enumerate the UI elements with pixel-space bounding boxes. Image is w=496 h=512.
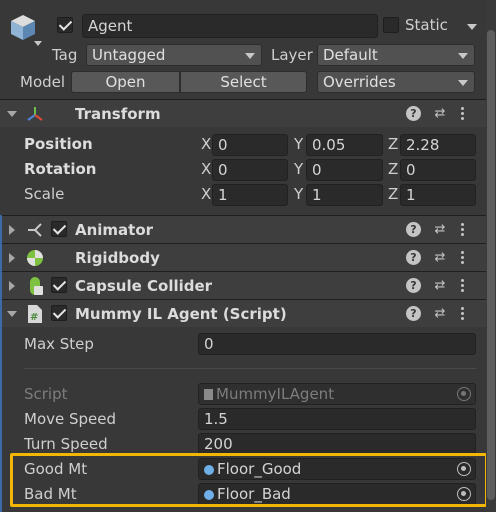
animator-icon <box>26 221 44 239</box>
scale-label: Scale <box>24 185 65 203</box>
script-file-small-icon <box>204 389 213 400</box>
icon-dropdown-caret[interactable] <box>34 41 42 46</box>
script-enabled-checkbox[interactable] <box>51 305 67 321</box>
capsule-collider-enabled-checkbox[interactable] <box>51 277 67 293</box>
scale-z-field[interactable]: 1 <box>400 184 476 206</box>
preset-icon[interactable]: ⇄ <box>432 250 448 266</box>
capsule-collider-header[interactable]: Capsule Collider ? ⇄ <box>0 271 486 299</box>
help-icon[interactable]: ? <box>406 106 421 121</box>
position-y-field[interactable]: 0.05 <box>306 134 383 156</box>
rotation-x-label[interactable]: X <box>201 160 211 178</box>
turn-speed-field[interactable]: 200 <box>198 433 476 455</box>
foldout-arrow-icon[interactable] <box>7 111 17 117</box>
animator-enabled-checkbox[interactable] <box>51 221 67 237</box>
layer-dropdown[interactable]: Default <box>317 44 475 66</box>
static-label: Static <box>405 16 448 34</box>
tag-dropdown[interactable]: Untagged <box>86 44 262 66</box>
static-dropdown-caret[interactable] <box>467 24 477 30</box>
script-file-icon: # <box>26 304 44 324</box>
position-x-field[interactable]: 0 <box>212 134 288 156</box>
rotation-label: Rotation <box>24 160 97 178</box>
transform-title: Transform <box>75 105 161 123</box>
foldout-arrow-icon[interactable] <box>9 253 15 263</box>
rotation-y-field[interactable]: 0 <box>306 159 383 181</box>
script-reference-value: MummyILAgent <box>216 385 335 403</box>
animator-header[interactable]: Animator ? ⇄ <box>0 215 486 243</box>
tag-label: Tag <box>52 46 78 64</box>
move-speed-label: Move Speed <box>24 410 117 428</box>
rigidbody-icon <box>26 249 44 267</box>
help-icon[interactable]: ? <box>406 250 421 265</box>
preset-icon[interactable]: ⇄ <box>432 278 448 294</box>
help-icon[interactable]: ? <box>406 222 421 237</box>
model-label: Model <box>20 73 66 91</box>
scale-x-field[interactable]: 1 <box>212 184 288 206</box>
scale-y-label[interactable]: Y <box>294 185 303 203</box>
max-step-field[interactable]: 0 <box>198 333 476 355</box>
capsule-collider-icon <box>26 276 44 296</box>
foldout-arrow-icon[interactable] <box>9 281 15 291</box>
animator-title: Animator <box>75 221 154 239</box>
rigidbody-title: Rigidbody <box>75 249 160 267</box>
static-checkbox[interactable] <box>383 17 399 33</box>
scale-y-field[interactable]: 1 <box>306 184 383 206</box>
script-component-title: Mummy IL Agent (Script) <box>75 305 287 323</box>
capsule-collider-title: Capsule Collider <box>75 277 213 295</box>
foldout-arrow-icon[interactable] <box>9 225 15 235</box>
rotation-z-label[interactable]: Z <box>388 160 398 178</box>
gameobject-icon[interactable] <box>8 12 38 42</box>
scale-z-label[interactable]: Z <box>388 185 398 203</box>
context-menu-icon[interactable] <box>460 306 466 322</box>
turn-speed-label: Turn Speed <box>24 435 108 453</box>
script-reference-field: MummyILAgent <box>198 383 476 405</box>
transform-icon <box>26 105 44 123</box>
scrollbar[interactable] <box>486 0 496 512</box>
overrides-value: Overrides <box>323 73 396 91</box>
active-checkbox[interactable] <box>57 17 73 33</box>
preset-icon[interactable]: ⇄ <box>432 106 448 122</box>
help-icon[interactable]: ? <box>406 306 421 321</box>
help-icon[interactable]: ? <box>406 278 421 293</box>
chevron-down-icon <box>458 53 468 59</box>
left-edge-indicator <box>0 215 2 512</box>
highlight-box <box>10 453 488 507</box>
preset-icon[interactable]: ⇄ <box>432 306 448 322</box>
scrollbar-thumb[interactable] <box>487 30 495 500</box>
section-divider <box>24 368 476 369</box>
foldout-arrow-icon[interactable] <box>7 311 17 317</box>
move-speed-field[interactable]: 1.5 <box>198 408 476 430</box>
script-component-header[interactable]: # Mummy IL Agent (Script) ? ⇄ <box>0 299 486 327</box>
preset-icon[interactable]: ⇄ <box>432 222 448 238</box>
svg-text:#: # <box>30 312 38 323</box>
rotation-z-field[interactable]: 0 <box>400 159 476 181</box>
rigidbody-header[interactable]: Rigidbody ? ⇄ <box>0 243 486 271</box>
chevron-down-icon <box>245 53 255 59</box>
open-button[interactable]: Open <box>71 71 180 93</box>
position-z-label[interactable]: Z <box>388 135 398 153</box>
layer-label: Layer <box>271 46 313 64</box>
context-menu-icon[interactable] <box>460 278 466 294</box>
max-step-label: Max Step <box>24 335 94 353</box>
script-label: Script <box>24 385 68 403</box>
tag-value: Untagged <box>92 46 166 64</box>
name-field[interactable]: Agent <box>82 14 378 38</box>
position-y-label[interactable]: Y <box>294 135 303 153</box>
rotation-x-field[interactable]: 0 <box>212 159 288 181</box>
overrides-dropdown[interactable]: Overrides <box>317 71 475 93</box>
layer-value: Default <box>323 46 378 64</box>
position-label: Position <box>24 135 93 153</box>
object-picker-icon <box>457 387 471 401</box>
select-button[interactable]: Select <box>180 71 307 93</box>
context-menu-icon[interactable] <box>460 222 466 238</box>
position-x-label[interactable]: X <box>201 135 211 153</box>
position-z-field[interactable]: 2.28 <box>400 134 476 156</box>
chevron-down-icon <box>458 80 468 86</box>
rotation-y-label[interactable]: Y <box>294 160 303 178</box>
context-menu-icon[interactable] <box>460 106 466 122</box>
scale-x-label[interactable]: X <box>201 185 211 203</box>
transform-header[interactable]: Transform ? ⇄ <box>0 99 486 127</box>
context-menu-icon[interactable] <box>460 250 466 266</box>
